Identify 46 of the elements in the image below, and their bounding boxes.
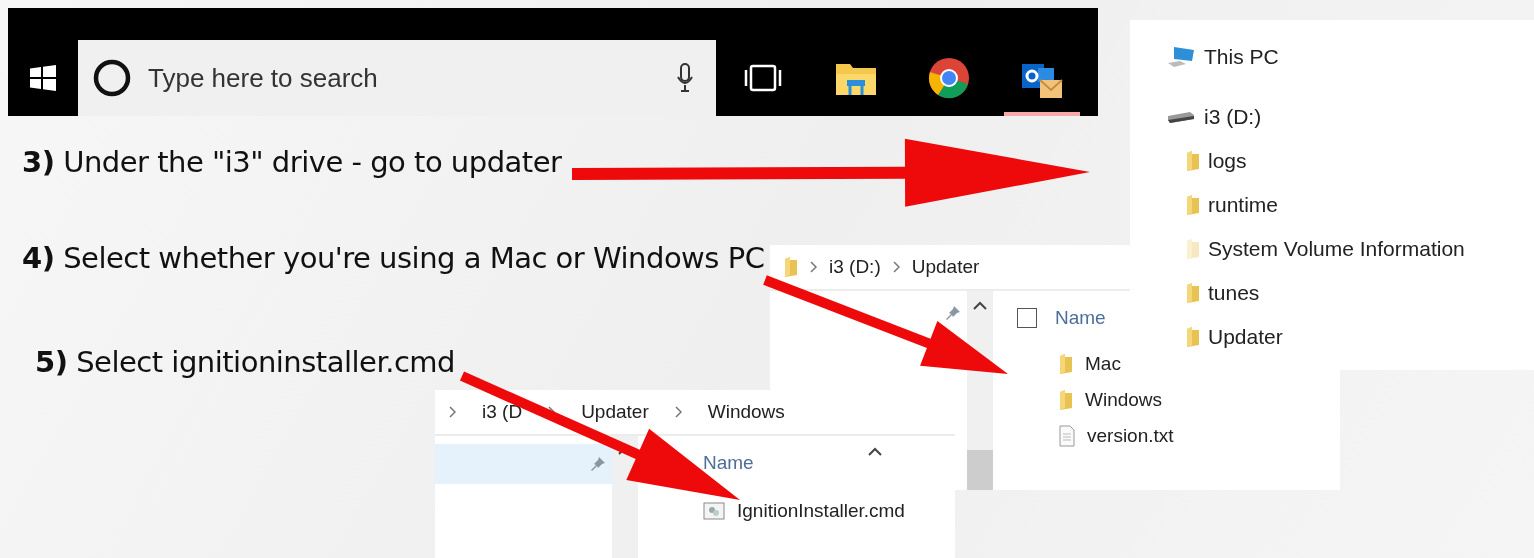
pin-icon[interactable] xyxy=(590,456,606,472)
folder-icon xyxy=(1186,151,1200,171)
tree-item[interactable]: i3 (D:) xyxy=(1204,105,1262,129)
instruction-text: 3) Under the "i3" drive - go to updater xyxy=(22,145,562,179)
caret-icon[interactable] xyxy=(868,447,882,456)
breadcrumb-item[interactable]: Updater xyxy=(581,401,649,423)
instruction-text: 4) Select whether you're using a Mac or Windows PC xyxy=(22,241,765,275)
file-name[interactable]: version.txt xyxy=(1087,425,1174,447)
windows-logo-icon[interactable] xyxy=(30,65,56,91)
drive-icon xyxy=(1166,110,1196,124)
instruction-text: 5) Select ignitioninstaller.cmd xyxy=(35,345,455,379)
file-name[interactable]: Mac xyxy=(1085,353,1121,375)
document-icon xyxy=(1059,425,1075,447)
folder-icon xyxy=(1186,195,1200,215)
column-header[interactable]: Name xyxy=(703,452,754,474)
folder-icon xyxy=(1186,239,1200,259)
select-all-checkbox[interactable] xyxy=(1017,308,1037,328)
breadcrumb-item[interactable]: Windows xyxy=(707,401,785,423)
folder-icon xyxy=(1059,390,1073,410)
task-view-icon[interactable] xyxy=(742,64,783,92)
tree-item[interactable]: logs xyxy=(1208,149,1247,173)
search-field[interactable]: Type here to search xyxy=(146,61,662,95)
folder-icon xyxy=(784,257,798,277)
browser-icon[interactable] xyxy=(927,57,970,99)
breadcrumb-item[interactable]: i3 (D:) xyxy=(829,256,881,278)
tree-item[interactable]: Updater xyxy=(1208,325,1283,349)
file-name[interactable]: IgnitionInstaller.cmd xyxy=(737,500,905,522)
caret-icon[interactable] xyxy=(973,301,987,310)
computer-icon xyxy=(1166,45,1196,69)
tree-item[interactable]: This PC xyxy=(1204,45,1279,69)
scroll-thumb[interactable] xyxy=(967,450,993,490)
column-header[interactable]: Name xyxy=(1055,307,1106,329)
tree-item[interactable]: System Volume Information xyxy=(1208,237,1465,261)
file-name[interactable]: Windows xyxy=(1085,389,1163,411)
breadcrumb-item[interactable]: Updater xyxy=(911,256,980,278)
cortana-circle-icon[interactable] xyxy=(92,58,132,98)
tree-item[interactable]: tunes xyxy=(1208,281,1260,305)
folder-icon xyxy=(1186,283,1200,303)
search-bar[interactable]: Type here to search xyxy=(78,40,716,116)
microphone-icon[interactable] xyxy=(676,63,694,93)
folder-icon xyxy=(1059,354,1073,374)
pin-icon[interactable] xyxy=(945,305,961,321)
tree-item[interactable]: runtime xyxy=(1208,193,1279,217)
breadcrumb-item[interactable]: i3 (D xyxy=(482,401,523,423)
script-icon xyxy=(703,502,725,520)
folder-icon xyxy=(1186,327,1200,347)
